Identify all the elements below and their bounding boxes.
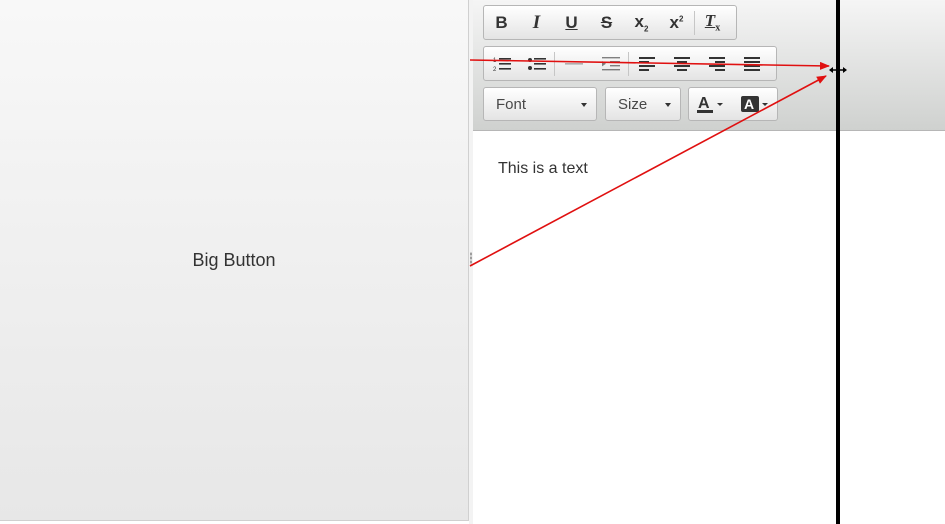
annotation-arrows [469,59,830,267]
annotation-arrow-diagonal [469,75,827,267]
annotation-arrow-horizontal [469,59,830,70]
